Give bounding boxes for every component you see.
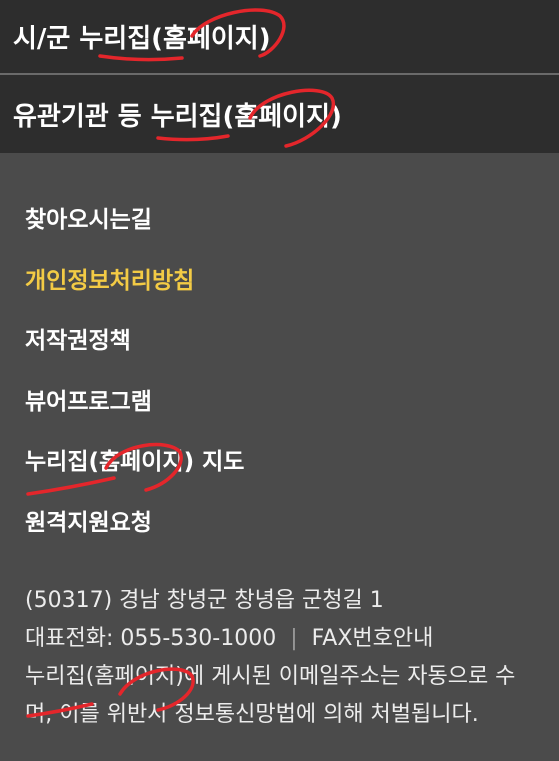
city-county-sites-label: 시/군 누리집(홈페이지) <box>13 24 271 54</box>
privacy-policy-link[interactable]: 개인정보처리방침 <box>25 251 244 312</box>
city-county-sites-dropdown[interactable]: 시/군 누리집(홈페이지) <box>0 0 559 73</box>
copyright-policy-link[interactable]: 저작권정책 <box>25 311 244 372</box>
footer-info: (50317) 경남 창녕군 창녕읍 군청길 1 대표전화: 055-530-1… <box>25 582 559 734</box>
address-text: (50317) 경남 창녕군 창녕읍 군청길 1 <box>25 588 384 613</box>
fax-info-link[interactable]: FAX번호안내 <box>312 626 434 651</box>
email-notice-line-2: 며, 이를 위반시 정보통신망법에 의해 처벌됩니다. <box>25 702 479 727</box>
viewer-program-link[interactable]: 뷰어프로그램 <box>25 372 244 433</box>
directions-link[interactable]: 찾아오시는길 <box>25 190 244 251</box>
agency-sites-dropdown[interactable]: 유관기관 등 누리집(홈페이지) <box>0 75 559 153</box>
footer-links: 찾아오시는길 개인정보처리방침 저작권정책 뷰어프로그램 누리집(홈페이지) 지… <box>25 190 244 553</box>
contact-separator: | <box>290 626 298 651</box>
email-notice-line-1: 누리집(홈페이지)에 게시된 이메일주소는 자동으로 수 <box>25 664 516 689</box>
agency-sites-label: 유관기관 등 누리집(홈페이지) <box>13 101 342 132</box>
remote-support-link[interactable]: 원격지원요청 <box>25 493 244 554</box>
contact-line: 대표전화: 055-530-1000 | FAX번호안내 <box>25 620 559 658</box>
phone-text: 대표전화: 055-530-1000 <box>25 626 277 651</box>
sitemap-link[interactable]: 누리집(홈페이지) 지도 <box>25 432 244 493</box>
